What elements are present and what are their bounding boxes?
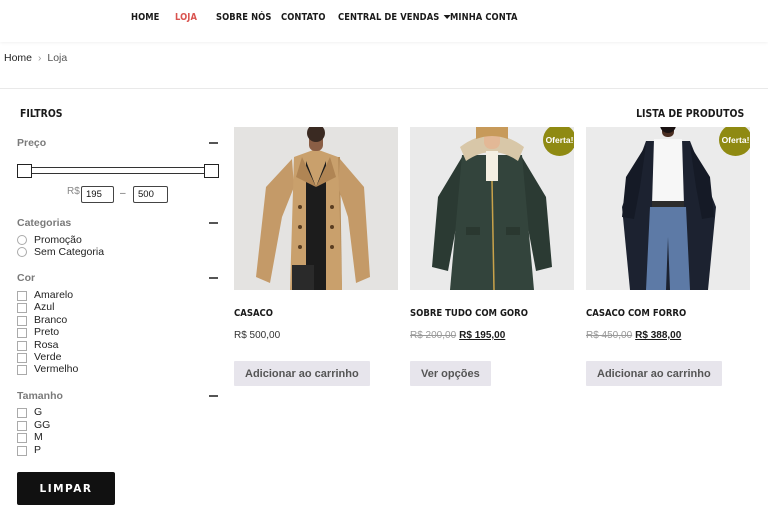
option-label: P xyxy=(34,444,42,456)
sale-price: R$ 388,00 xyxy=(635,330,682,341)
option-label: M xyxy=(34,431,43,443)
add-to-cart-button[interactable]: Adicionar ao carrinho xyxy=(586,361,722,386)
product-price: R$ 500,00 xyxy=(234,330,281,341)
price-min-input[interactable]: 195 xyxy=(81,186,114,203)
checkbox[interactable] xyxy=(17,341,27,351)
navy-long-coat-photo[interactable]: Oferta! xyxy=(586,127,750,290)
radio-button[interactable] xyxy=(17,247,27,257)
checkbox[interactable] xyxy=(17,408,27,418)
sale-badge: Oferta! xyxy=(719,127,750,156)
option-label: Rosa xyxy=(34,339,59,351)
product-name[interactable]: SOBRE TUDO COM GORO xyxy=(410,308,528,319)
old-price: R$ 200,00 xyxy=(410,330,457,341)
nav-sobre-nos[interactable]: SOBRE NÓS xyxy=(216,12,271,23)
option-label: Amarelo xyxy=(34,289,74,301)
main-nav: HOME LOJA SOBRE NÓS CONTATO CENTRAL DE V… xyxy=(0,12,768,28)
option-label: Branco xyxy=(34,314,68,326)
option-label: Promoção xyxy=(34,234,82,246)
top-navigation-bar: HOME LOJA SOBRE NÓS CONTATO CENTRAL DE V… xyxy=(0,0,768,42)
option-label: Preto xyxy=(34,326,60,338)
collapse-minus-icon[interactable] xyxy=(209,277,218,279)
nav-central-label: CENTRAL DE VENDAS xyxy=(338,12,440,23)
old-price: R$ 450,00 xyxy=(586,330,633,341)
nav-contato[interactable]: CONTATO xyxy=(281,12,326,23)
product-name[interactable]: CASACO COM FORRO xyxy=(586,308,686,319)
chevron-right-icon: › xyxy=(38,53,42,64)
breadcrumb: Home › Loja xyxy=(4,52,67,64)
product-list-title: LISTA DE PRODUTOS xyxy=(635,107,744,120)
collapse-minus-icon[interactable] xyxy=(209,395,218,397)
add-to-cart-button[interactable]: Adicionar ao carrinho xyxy=(234,361,370,386)
clear-filters-button[interactable]: LIMPAR xyxy=(17,472,115,505)
checkbox[interactable] xyxy=(17,316,27,326)
price-filter-title[interactable]: Preço xyxy=(17,137,46,149)
size-filter-title[interactable]: Tamanho xyxy=(17,390,63,402)
divider xyxy=(0,88,768,89)
checkbox[interactable] xyxy=(17,421,27,431)
radio-button[interactable] xyxy=(17,235,27,245)
color-filter-title[interactable]: Cor xyxy=(17,272,35,284)
option-label: Vermelho xyxy=(34,363,79,375)
price-range-slider[interactable] xyxy=(24,167,211,174)
nav-home[interactable]: HOME xyxy=(131,12,159,23)
tan-trench-coat-photo[interactable] xyxy=(234,127,398,290)
option-label: Sem Categoria xyxy=(34,246,105,258)
collapse-minus-icon[interactable] xyxy=(209,142,218,144)
price-separator: – xyxy=(120,188,126,199)
product-price: R$ 450,00 R$ 388,00 xyxy=(586,330,681,341)
categories-filter-title[interactable]: Categorias xyxy=(17,217,71,229)
checkbox[interactable] xyxy=(17,328,27,338)
option-label: Verde xyxy=(34,351,62,363)
checkbox[interactable] xyxy=(17,446,27,456)
product-price: R$ 200,00 R$ 195,00 xyxy=(410,330,505,341)
price-currency: R$ xyxy=(67,186,80,197)
checkbox[interactable] xyxy=(17,433,27,443)
dark-green-parka-photo[interactable]: Oferta! xyxy=(410,127,574,290)
sale-badge: Oferta! xyxy=(543,127,574,156)
view-options-button[interactable]: Ver opções xyxy=(410,361,491,386)
collapse-minus-icon[interactable] xyxy=(209,222,218,224)
nav-minha-conta[interactable]: MINHA CONTA xyxy=(450,12,518,23)
price-max-input[interactable]: 500 xyxy=(133,186,168,203)
product-name[interactable]: CASACO xyxy=(234,308,273,319)
price-slider-max-handle[interactable] xyxy=(204,164,219,178)
checkbox[interactable] xyxy=(17,303,27,313)
price-slider-min-handle[interactable] xyxy=(17,164,32,178)
filters-title: FILTROS xyxy=(20,107,63,120)
breadcrumb-home[interactable]: Home xyxy=(4,52,32,64)
checkbox[interactable] xyxy=(17,353,27,363)
nav-central-de-vendas[interactable]: CENTRAL DE VENDAS xyxy=(338,12,451,23)
sale-price: R$ 195,00 xyxy=(459,330,506,341)
checkbox[interactable] xyxy=(17,365,27,375)
option-label: G xyxy=(34,406,43,418)
breadcrumb-current: Loja xyxy=(47,52,68,64)
checkbox[interactable] xyxy=(17,291,27,301)
option-label: GG xyxy=(34,419,51,431)
nav-loja[interactable]: LOJA xyxy=(175,12,197,23)
option-label: Azul xyxy=(34,301,55,313)
